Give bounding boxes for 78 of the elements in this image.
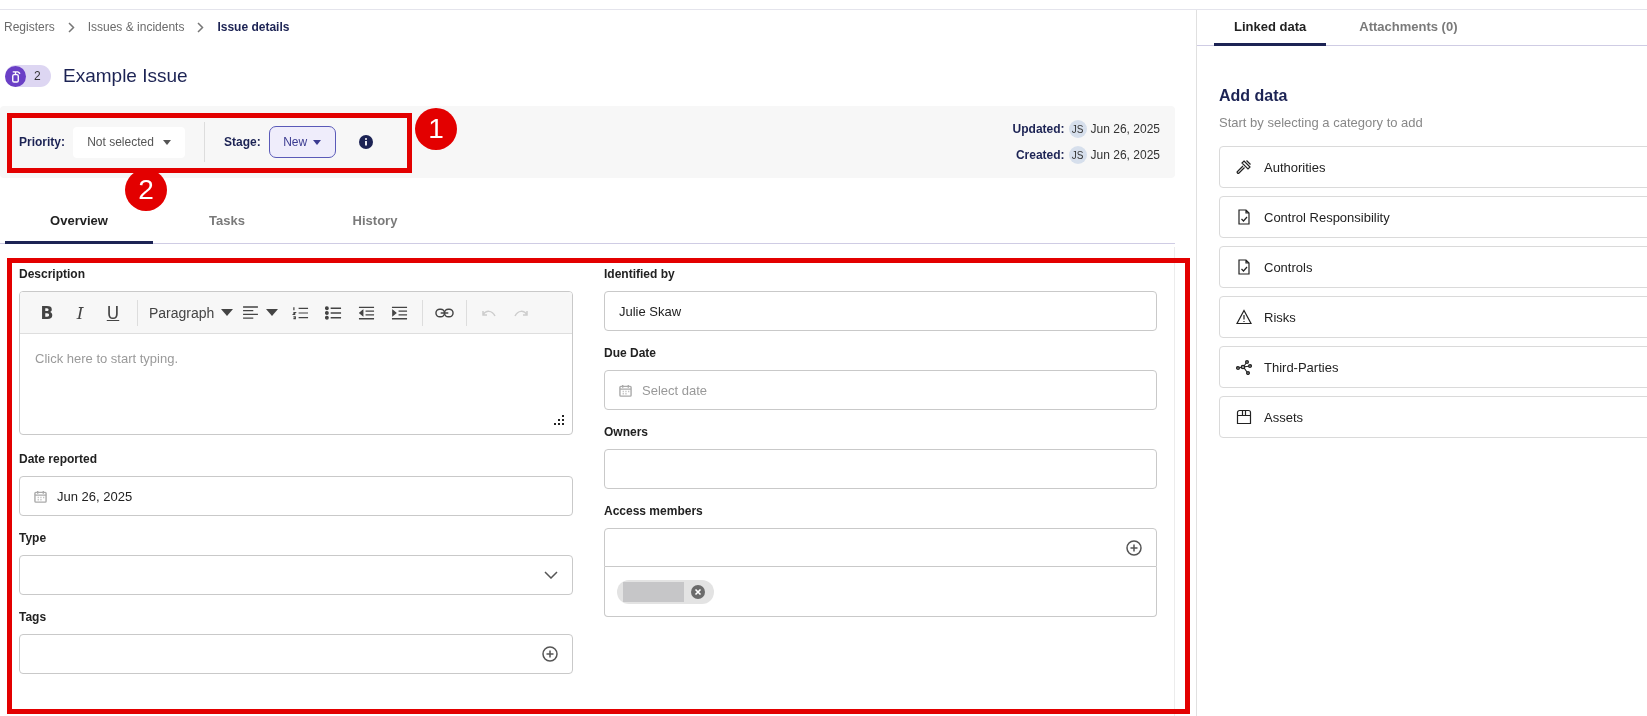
issue-title: Example Issue xyxy=(63,65,188,87)
chevron-right-icon xyxy=(197,21,205,33)
field-label: Tags xyxy=(19,609,48,625)
checked-document-icon xyxy=(1236,209,1252,225)
breadcrumb-link[interactable]: Registers xyxy=(4,20,55,34)
warning-icon xyxy=(1236,309,1252,325)
section-subtitle: Start by selecting a category to add xyxy=(1219,115,1424,130)
section-title: Add data xyxy=(1219,86,1289,106)
category-item[interactable]: Third-Parties xyxy=(1219,346,1647,388)
calendar-icon xyxy=(34,489,47,503)
user-avatar: JS xyxy=(1068,146,1087,164)
caret-down-icon xyxy=(162,139,171,145)
link-icon[interactable] xyxy=(435,307,455,318)
breadcrumb-link[interactable]: Issues & incidents xyxy=(87,20,185,34)
field-label: Description xyxy=(19,266,86,282)
calendar-icon xyxy=(619,383,632,397)
tags-field[interactable] xyxy=(19,634,573,674)
underline-button[interactable]: U xyxy=(98,297,128,328)
resize-handle-icon[interactable] xyxy=(554,415,564,425)
redacted-block xyxy=(623,581,684,602)
date-input[interactable]: Select date xyxy=(642,382,1142,398)
align-left-icon xyxy=(242,306,260,319)
tab[interactable]: History xyxy=(301,213,449,244)
meta-date: Jun 26, 2025 xyxy=(1090,122,1160,136)
field-label: Access members xyxy=(604,503,704,519)
date-field[interactable]: Select date xyxy=(604,370,1157,410)
priority-dropdown[interactable]: Not selected xyxy=(73,126,185,158)
select-field[interactable] xyxy=(19,555,573,595)
tab[interactable]: Tasks xyxy=(153,213,301,244)
meta-date: Jun 26, 2025 xyxy=(1090,148,1160,162)
stage-label: Stage: xyxy=(224,135,261,149)
bulleted-list-icon[interactable] xyxy=(325,305,343,320)
category-item[interactable]: Controls xyxy=(1219,246,1647,288)
text-field[interactable]: Julie Skaw xyxy=(604,291,1157,331)
field-label: Due Date xyxy=(604,345,657,361)
field-label: Identified by xyxy=(604,266,676,282)
network-icon xyxy=(1236,359,1252,375)
members-field[interactable] xyxy=(604,528,1157,567)
category-item[interactable]: Assets xyxy=(1219,396,1647,438)
numbered-list-icon[interactable] xyxy=(292,305,310,320)
add-icon[interactable] xyxy=(1126,539,1142,556)
meta-label: Created: xyxy=(1015,148,1065,162)
issue-count: 2 xyxy=(34,69,41,83)
remove-icon[interactable] xyxy=(691,584,705,599)
add-icon[interactable] xyxy=(542,646,558,662)
stage-dropdown[interactable]: New xyxy=(268,126,336,158)
caret-down-icon xyxy=(266,309,279,316)
meta-label: Updated: xyxy=(1012,122,1065,136)
field-label: Owners xyxy=(604,424,649,440)
chevron-right-icon xyxy=(67,21,75,33)
caret-down-icon xyxy=(221,309,234,316)
field-label: Date reported xyxy=(19,451,99,467)
category-item[interactable]: Control Responsibility xyxy=(1219,196,1647,238)
date-input[interactable]: Jun 26, 2025 xyxy=(57,488,558,504)
bold-button[interactable]: B xyxy=(32,297,62,328)
outdent-icon[interactable] xyxy=(358,305,376,320)
checked-document-icon xyxy=(1236,259,1252,275)
italic-button[interactable]: I xyxy=(65,297,95,328)
placeholder-text: Click here to start typing. xyxy=(35,351,179,366)
user-avatar: JS xyxy=(1068,120,1087,138)
tab[interactable]: Linked data xyxy=(1214,10,1327,46)
tab[interactable]: Overview xyxy=(5,213,153,244)
category-item[interactable]: Authorities xyxy=(1219,146,1647,188)
extinguisher-icon xyxy=(10,69,21,83)
gavel-icon xyxy=(1236,159,1252,175)
input-field[interactable] xyxy=(604,449,1157,489)
caret-down-icon xyxy=(313,139,322,145)
indent-icon[interactable] xyxy=(391,305,409,320)
block-format-dropdown[interactable]: Paragraph xyxy=(146,297,237,328)
info-icon[interactable] xyxy=(358,135,373,149)
tab[interactable]: Attachments (0) xyxy=(1339,10,1478,46)
box-icon xyxy=(1236,409,1252,425)
priority-label: Priority: xyxy=(19,135,65,149)
field-label: Type xyxy=(19,530,48,546)
current-page-label: Issue details xyxy=(217,20,290,34)
category-item[interactable]: Risks xyxy=(1219,296,1647,338)
date-field[interactable]: Jun 26, 2025 xyxy=(19,476,573,516)
chevron-down-icon xyxy=(544,571,558,579)
